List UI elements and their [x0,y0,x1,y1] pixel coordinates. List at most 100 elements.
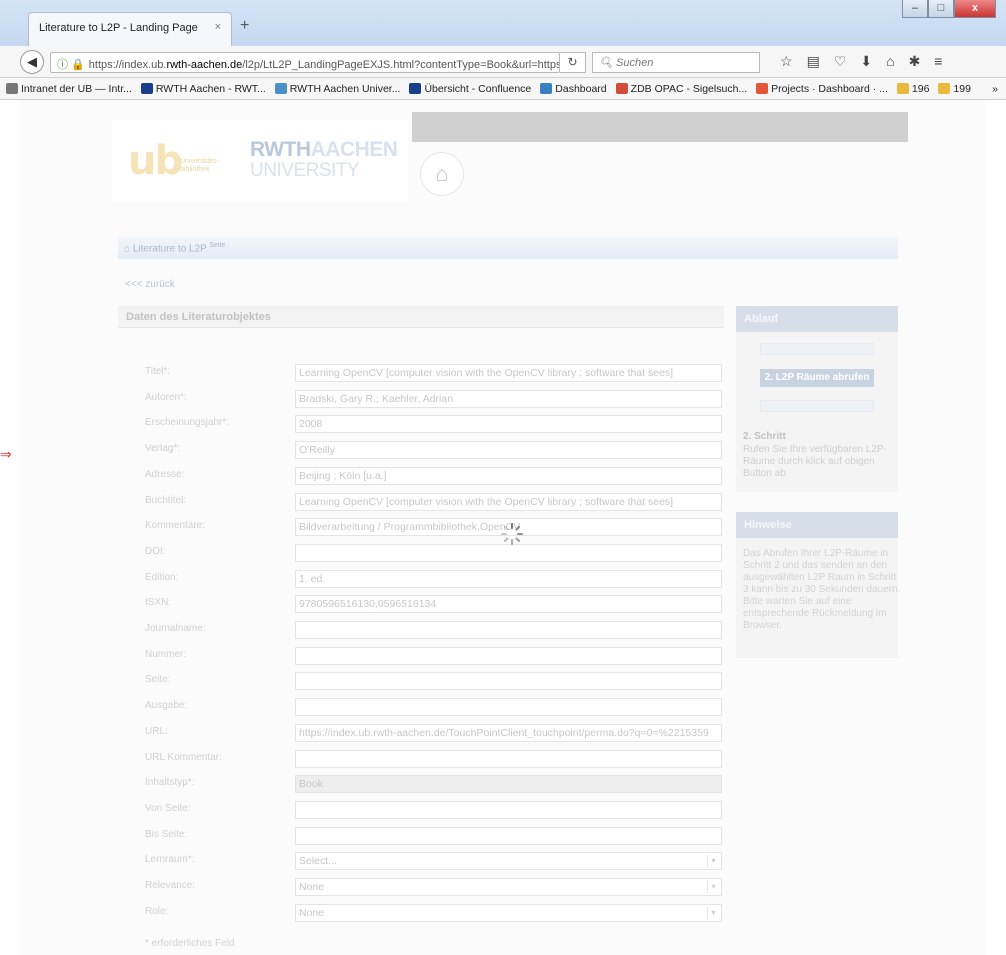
breadcrumb: ⌂ Literature to L2P Seite [118,237,898,259]
form-input[interactable]: O'Reilly [295,441,722,460]
form-value: Learning OpenCV [computer vision with th… [299,367,674,379]
form-input[interactable] [295,749,722,768]
form-label: Seite: [145,674,171,686]
menu-icon[interactable]: ≡ [934,53,942,70]
reading-list-icon[interactable]: ▤ [807,53,820,70]
form-label: Lernraum*: [145,854,195,866]
form-input[interactable]: Learning OpenCV [computer vision with th… [295,364,722,382]
arrow-icon: ⇒ [0,446,12,462]
form-select[interactable]: Select... ▾ [295,852,722,871]
search-input[interactable]: 🔍︎ Suchen [592,52,760,73]
bookmark-item[interactable]: RWTH Aachen - RWT... [140,83,266,95]
bookmark-label: 196 [911,82,930,95]
bookmark-label: Übersicht - Confluence [424,82,532,95]
form-value: 9780596516130,0596516134 [299,598,437,611]
bookmark-favicon-icon [540,83,553,94]
form-input[interactable] [295,698,722,717]
step-1-button[interactable] [760,343,874,355]
form-input[interactable]: Beijing ; Köln [u.a.] [295,466,722,485]
bookmark-item[interactable]: Intranet der UB — Intr... [6,83,132,95]
bookmark-favicon-icon [896,83,909,94]
hinweise-text: Das Abrufen Ihrer L2P-Räume in Schritt 2… [743,548,901,631]
chevron-down-icon[interactable]: ▾ [707,881,719,893]
form-value: None [299,881,325,893]
breadcrumb-label[interactable]: Literature to L2P [133,243,207,254]
download-icon[interactable]: ⬇ [860,53,872,70]
form-value: None [299,906,325,919]
bookmark-star-icon[interactable]: ☆ [780,53,793,70]
form-input[interactable] [295,826,722,845]
step-description: Rufen Sie Ihre verfügbaren L2P-Räume dur… [743,444,887,479]
form-value: Bildverarbeitung / Programmbibliothek,Op… [299,521,521,534]
form-label: Relevance: [145,880,196,891]
back-link[interactable]: <<< zurück [125,279,175,290]
bookmark-label: ZDB OPAC - Sigelsuch... [630,82,748,95]
pocket-icon[interactable]: ♡ [834,53,847,70]
form-select[interactable]: None ▾ [295,903,722,922]
bookmark-label: Projects · Dashboard · ... [771,82,888,95]
form-label: Verlag*: [145,443,181,455]
fetch-l2p-rooms-button[interactable]: 2. L2P Räume abrufen [760,369,874,387]
form-label: Autoren*: [145,391,187,403]
toolbar-icons: ☆ ▤ ♡ ⬇ ⌂ ✱ ≡ [780,53,942,70]
step-title: 2. Schritt [743,431,786,442]
bookmarks-bar: Intranet der UB — Intr... RWTH Aachen - R… [0,78,1006,100]
form-input[interactable] [295,543,722,562]
form-input[interactable] [295,800,722,819]
form-input[interactable] [295,646,722,665]
bookmarks-overflow-icon[interactable]: » [992,83,998,95]
bookmark-item[interactable]: Übersicht - Confluence [409,83,531,95]
form-input[interactable]: https://index.ub.rwth-aachen.de/TouchPoi… [295,723,722,742]
form-input[interactable]: Bradski, Gary R.; Kaehler, Adrian [295,389,722,408]
hinweise-header: Hinweise [736,512,898,538]
form-value: O'Reilly [299,444,335,457]
bookmark-item[interactable]: 199 [938,83,971,95]
reload-icon[interactable]: ↻ [560,52,586,73]
home-icon[interactable]: ⌂ [124,243,133,254]
form-label: Journalname: [145,623,206,634]
step-3-button[interactable] [760,400,874,412]
form-value: 2008 [299,418,323,431]
maximize-icon[interactable]: □ [928,0,954,18]
form-label: Titel*: [145,366,171,377]
extension-icon[interactable]: ✱ [909,53,921,70]
breadcrumb-suffix: Seite [209,242,226,249]
bookmark-item[interactable]: 196 [896,82,930,95]
bookmark-item[interactable]: Dashboard [540,83,607,95]
form-label: Bis Seite: [145,828,188,840]
ablauf-header: Ablauf [736,306,898,332]
browser-tab[interactable]: Literature to L2P - Landing Page × [28,12,232,46]
new-tab-button[interactable]: + [240,17,249,35]
loading-spinner-icon [500,522,524,546]
form-input[interactable]: 1. ed. [295,569,722,588]
ub-logo: ub [128,138,183,184]
back-arrow-icon[interactable]: ◀ [20,50,44,74]
lock-icon: ⓘ 🔒 [57,59,85,71]
bookmark-favicon-icon [409,83,422,94]
bookmark-label: RWTH Aachen Univer... [289,82,401,95]
close-tab-icon[interactable]: × [215,21,221,33]
url-bar[interactable]: ⓘ 🔒 https://index.ub.rwth-aachen.de/l2p/L… [50,52,560,73]
form-input[interactable]: 9780596516130,0596516134 [295,595,722,614]
section-title: Daten des Literaturobjektes [118,306,724,328]
form-label: Edition: [145,571,179,583]
form-input[interactable] [295,672,722,691]
form-label: Role: [145,905,169,917]
form-select[interactable]: None ▾ [295,878,722,896]
header-strip [412,112,908,142]
form-input[interactable] [295,621,722,639]
home-icon[interactable]: ⌂ [886,53,894,70]
bookmark-item[interactable]: ZDB OPAC - Sigelsuch... [615,82,748,95]
close-window-icon[interactable]: x [954,0,996,18]
minimize-icon[interactable]: – [902,0,928,18]
form-input[interactable]: 2008 [295,415,722,434]
bookmark-favicon-icon [6,83,18,94]
chevron-down-icon[interactable]: ▾ [707,855,719,868]
chevron-down-icon[interactable]: ▾ [707,906,719,919]
bookmark-item[interactable]: RWTH Aachen Univer... [274,82,401,95]
form-label: Inhaltstyp*: [145,777,195,789]
bookmark-item[interactable]: Projects · Dashboard · ... [756,83,888,95]
form-input[interactable]: Learning OpenCV [computer vision with th… [295,492,722,511]
search-icon: 🔍︎ [599,57,617,69]
bookmark-favicon-icon [274,83,287,94]
